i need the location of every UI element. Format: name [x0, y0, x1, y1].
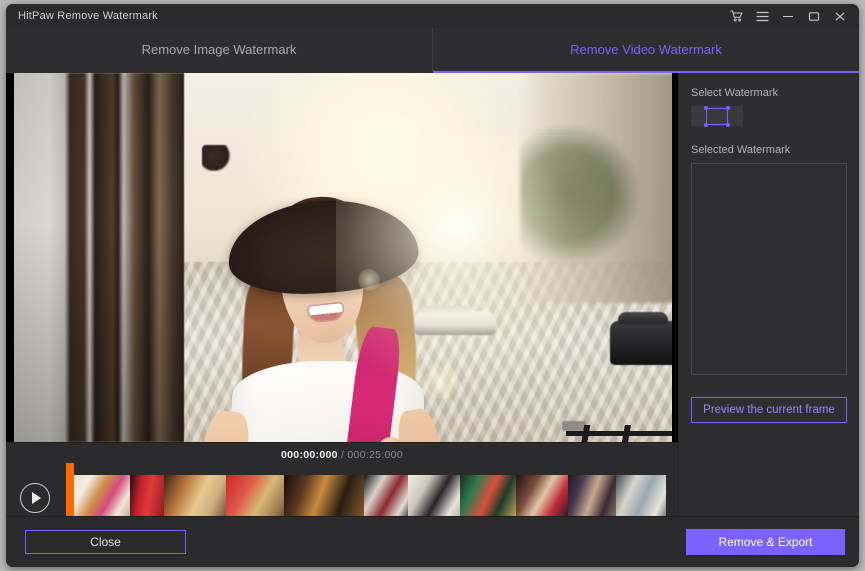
close-button[interactable]: Close [25, 530, 186, 554]
frame-left-building-shadow [6, 73, 184, 442]
total-time: 000:25:000 [347, 449, 403, 461]
thumb-red-wall[interactable] [130, 475, 164, 521]
frame-street-lamp [202, 145, 232, 171]
editor-column: 000:00:000 / 000:25:000 HitPawHitPaw [6, 73, 678, 516]
play-button[interactable] [20, 483, 50, 513]
cart-icon[interactable] [723, 5, 749, 27]
frame-flare-dot [358, 269, 380, 291]
time-separator: / [341, 449, 344, 461]
preview-current-frame-button[interactable]: Preview the current frame [691, 397, 847, 423]
letterbox-left [6, 73, 14, 442]
timeline-panel: 000:00:000 / 000:25:000 HitPawHitPaw [6, 442, 678, 516]
app-title: HitPaw Remove Watermark [18, 10, 158, 22]
selected-watermark-label: Selected Watermark [691, 144, 847, 156]
frame-dark-car [610, 321, 678, 365]
selection-box-icon [706, 108, 728, 125]
thumb-camera-gear[interactable] [284, 475, 364, 521]
minimize-icon[interactable] [775, 5, 801, 27]
thumb-studio[interactable] [364, 475, 408, 521]
filmstrip[interactable]: HitPawHitPaw [70, 475, 666, 521]
thumb-phone-desk[interactable] [408, 475, 460, 521]
close-icon[interactable] [827, 5, 853, 27]
thumb-green-art[interactable] [460, 475, 516, 521]
thumb-red-panel[interactable] [226, 475, 284, 521]
app-window: HitPaw Remove Watermark [6, 4, 859, 567]
tab-label: Remove Video Watermark [570, 42, 722, 57]
tab-remove-image-watermark[interactable]: Remove Image Watermark [6, 28, 433, 73]
select-watermark-tool-button[interactable] [691, 106, 743, 126]
time-readout: 000:00:000 / 000:25:000 [6, 449, 678, 461]
thumb-crowd[interactable] [568, 475, 616, 521]
tab-label: Remove Image Watermark [142, 42, 297, 57]
thumb-street-shop[interactable] [70, 475, 130, 521]
tools-panel: Select Watermark Selected Watermark Prev… [678, 73, 859, 516]
video-frame-image [6, 73, 678, 442]
play-icon [32, 492, 41, 504]
thumb-interior[interactable] [616, 475, 666, 521]
frame-flare-dot [424, 365, 458, 399]
thumb-presenter[interactable] [516, 475, 568, 521]
window-controls [723, 5, 853, 27]
frame-white-car [414, 311, 496, 335]
tab-remove-video-watermark[interactable]: Remove Video Watermark [433, 28, 859, 73]
mode-tabs: Remove Image Watermark Remove Video Wate… [6, 28, 859, 73]
frame-railing [566, 425, 678, 442]
select-watermark-label: Select Watermark [691, 87, 847, 99]
video-preview[interactable] [6, 73, 678, 442]
remove-and-export-button[interactable]: Remove & Export [686, 529, 845, 555]
maximize-icon[interactable] [801, 5, 827, 27]
current-time: 000:00:000 [281, 449, 338, 461]
thumb-girl-desert[interactable] [164, 475, 226, 521]
frame-trees [520, 125, 640, 265]
selected-watermark-list[interactable] [691, 163, 847, 375]
menu-icon[interactable] [749, 5, 775, 27]
footer-bar: Close Remove & Export [6, 516, 859, 567]
title-bar: HitPaw Remove Watermark [6, 4, 859, 28]
main-body: 000:00:000 / 000:25:000 HitPawHitPaw Sel… [6, 73, 859, 516]
